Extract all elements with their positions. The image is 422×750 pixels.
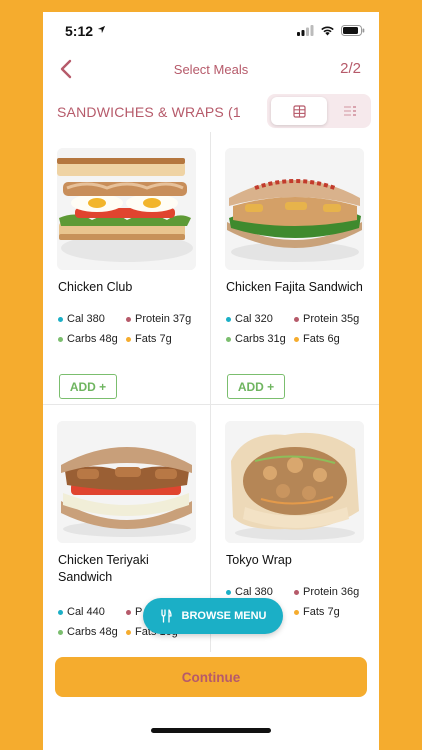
meal-card-chicken-club[interactable]: Chicken Club Cal 380 Protein 37g Carbs 4… — [43, 132, 211, 404]
macros: Cal 380 Protein 37g Carbs 48g Fats 7g — [58, 309, 208, 349]
status-icons — [297, 25, 365, 36]
add-button[interactable]: ADD + — [59, 374, 117, 399]
fork-knife-icon — [160, 609, 172, 623]
category-title[interactable]: SANDWICHES & WRAPS (1... — [57, 104, 242, 120]
protein-value: Protein 37g — [135, 313, 192, 325]
list-icon — [344, 106, 356, 116]
fats-value: Fats 7g — [135, 333, 172, 345]
carbs-value: Carbs 48g — [67, 626, 118, 638]
calories-dot-icon — [58, 316, 63, 322]
battery-icon — [341, 25, 365, 36]
protein-value: Protein 35g — [303, 313, 360, 325]
meal-image — [57, 421, 196, 543]
fats-dot-icon — [294, 609, 299, 615]
browse-menu-button[interactable]: BROWSE MENU — [143, 598, 283, 634]
fats-dot-icon — [126, 336, 131, 342]
protein-dot-icon — [126, 609, 131, 615]
macros: Cal 320 Protein 35g Carbs 31g Fats 6g — [226, 309, 376, 349]
meal-image — [225, 421, 364, 543]
protein-dot-icon — [294, 316, 299, 322]
category-bar: SANDWICHES & WRAPS (1... — [43, 94, 379, 130]
view-toggle — [267, 94, 371, 128]
add-button[interactable]: ADD + — [227, 374, 285, 399]
calories-dot-icon — [226, 316, 231, 322]
carbs-dot-icon — [58, 336, 63, 342]
meal-card-tokyo-wrap[interactable]: Tokyo Wrap Cal 380 Protein 36g Fats 7g — [211, 405, 379, 677]
cellular-signal-icon — [297, 25, 314, 36]
page-title: Select Meals — [173, 62, 249, 77]
calories-value: Cal 440 — [67, 606, 105, 618]
grid-view-button[interactable] — [271, 97, 327, 125]
carbs-value: Carbs 31g — [235, 333, 286, 345]
meal-card-chicken-teriyaki-sandwich[interactable]: Chicken Teriyaki Sandwich Cal 440 P Carb… — [43, 405, 211, 677]
fats-dot-icon — [294, 336, 299, 342]
meal-grid: Chicken Club Cal 380 Protein 37g Carbs 4… — [43, 132, 379, 652]
status-time: 5:12 — [65, 23, 94, 39]
location-arrow-icon — [97, 25, 106, 34]
fats-dot-icon — [126, 629, 131, 635]
carbs-dot-icon — [58, 629, 63, 635]
list-view-button[interactable] — [333, 97, 367, 125]
step-indicator: 2/2 — [340, 60, 361, 77]
meal-name: Chicken Club — [58, 280, 133, 294]
calories-value: Cal 320 — [235, 313, 273, 325]
phone-screen: 5:12 Select Meals 2/2 SANDWICHES & WRAPS… — [43, 12, 379, 750]
calories-value: Cal 380 — [67, 313, 105, 325]
nav-bar: Select Meals 2/2 — [43, 54, 379, 84]
grid-icon — [292, 104, 306, 118]
protein-value: Protein 36g — [303, 586, 360, 598]
carbs-value: Carbs 48g — [67, 333, 118, 345]
meal-name: Tokyo Wrap — [226, 553, 292, 567]
protein-dot-icon — [126, 316, 131, 322]
wifi-icon — [321, 26, 334, 36]
protein-dot-icon — [294, 589, 299, 595]
calories-value: Cal 380 — [235, 586, 273, 598]
meal-name: Chicken Fajita Sandwich — [226, 280, 363, 294]
carbs-dot-icon — [226, 336, 231, 342]
fats-value: Fats 7g — [303, 606, 340, 618]
meal-image — [57, 148, 196, 270]
browse-menu-label: BROWSE MENU — [181, 610, 267, 622]
meal-name: Chicken Teriyaki Sandwich — [58, 553, 149, 584]
calories-dot-icon — [226, 589, 231, 595]
meal-image — [225, 148, 364, 270]
home-indicator — [151, 728, 271, 733]
calories-dot-icon — [58, 609, 63, 615]
continue-button[interactable]: Continue — [55, 657, 367, 697]
status-bar: 5:12 — [43, 12, 379, 48]
protein-value: P — [135, 606, 143, 618]
fats-value: Fats 6g — [303, 333, 340, 345]
meal-card-chicken-fajita-sandwich[interactable]: Chicken Fajita Sandwich Cal 320 Protein … — [211, 132, 379, 404]
